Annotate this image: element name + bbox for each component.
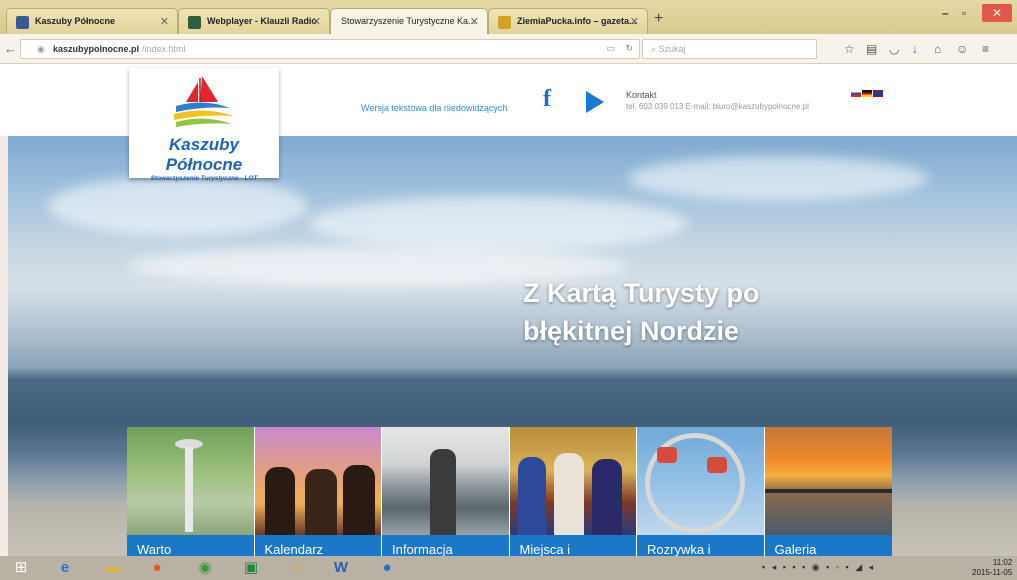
cloud (48, 176, 308, 236)
search-icon: ⌕ (651, 44, 659, 54)
tile-galeria[interactable]: Galeria (764, 427, 892, 556)
close-tab-icon[interactable]: ✕ (160, 15, 169, 28)
headphones-icon[interactable]: ∩ (282, 558, 312, 578)
chrome-icon[interactable]: ◉ (190, 558, 220, 578)
maximize-icon[interactable]: ▫ (962, 6, 966, 20)
tile-rozrywka[interactable]: Rozrywka i (637, 427, 765, 556)
german-flag-icon[interactable] (862, 90, 872, 97)
back-icon[interactable]: ← (4, 41, 17, 56)
tile-miejsca[interactable]: Miejsca i (509, 427, 637, 556)
menu-icon[interactable]: ≡ (982, 42, 989, 56)
site-logo[interactable]: Kaszuby Północne Stowarzyszenie Turystyc… (129, 68, 279, 182)
tab-kaszuby[interactable]: Kaszuby Północne ✕ (6, 8, 178, 34)
tile-warto[interactable]: Warto (127, 427, 255, 556)
logo-title: Kaszuby Północne (165, 135, 243, 174)
tab-label: Webplayer - Klauzli Radio (207, 16, 317, 26)
text-version-link[interactable]: Wersja tekstowa dla niedowidzących (361, 103, 507, 113)
russian-flag-icon[interactable] (851, 90, 861, 97)
reload-icon[interactable]: ↻ (625, 43, 633, 54)
store-icon[interactable]: ▣ (236, 558, 266, 578)
facebook-favicon-icon (16, 16, 29, 29)
tile-label: Rozrywka i (647, 542, 711, 556)
windows-taskbar: ⊞ e ▬ ● ◉ ▣ ∩ W ● ▪ ◂ ▪ ▪ ▪ ◉ ▪ ◦ ▪ ◢ ◂ … (0, 556, 1017, 580)
download-icon[interactable]: ↓ (912, 42, 918, 56)
minimize-icon[interactable]: – (942, 6, 949, 20)
tile-photo (127, 427, 254, 535)
system-tray-icons[interactable]: ▪ ◂ ▪ ▪ ▪ ◉ ▪ ◦ ▪ ◢ ◂ (762, 562, 875, 573)
tile-photo (637, 427, 764, 535)
tab-label: Kaszuby Północne (35, 16, 116, 26)
tab-webplayer[interactable]: Webplayer - Klauzli Radio ✕ (178, 8, 330, 34)
contact-title: Kontakt (626, 90, 657, 100)
tile-informacja[interactable]: Informacja (382, 427, 510, 556)
clock-time: 11:02 (992, 558, 1013, 567)
browser-tab-strip: Kaszuby Północne ✕ Webplayer - Klauzli R… (0, 0, 1017, 34)
tile-kalendarz[interactable]: Kalendarz (254, 427, 382, 556)
hero-headline: Z Kartą Turysty po błękitnej Nordzie (523, 274, 760, 350)
close-tab-icon[interactable]: ✕ (312, 15, 321, 28)
tile-label: Kalendarz (264, 542, 324, 556)
ziemiapucka-favicon-icon (498, 16, 511, 29)
tile-label: Informacja (392, 542, 453, 556)
tile-label: Galeria (774, 542, 817, 556)
tab-ziemiapucka[interactable]: ZiemiaPucka.info – gazeta... ✕ (488, 8, 648, 34)
tile-label: Warto (137, 542, 172, 556)
contact-details: tel. 603 039 013 E-mail: biuro@kaszubypo… (626, 102, 809, 111)
cloud (308, 196, 688, 251)
internet-explorer-icon[interactable]: e (50, 558, 80, 578)
youtube-play-icon[interactable] (586, 91, 604, 113)
chat-icon[interactable]: ☺ (956, 42, 968, 56)
url-host: kaszubypolnocne.pl (53, 44, 140, 54)
tile-photo (382, 427, 509, 535)
globe-icon: ◉ (37, 44, 45, 54)
search-input[interactable]: ⌕ Szukaj (642, 39, 817, 59)
language-flags (851, 84, 884, 102)
tile-photo (254, 427, 381, 535)
category-tiles: Warto Kalendarz Informacja Miejsca i Roz… (127, 427, 892, 556)
clock-date: 2015-11-05 (972, 568, 1013, 577)
cloud (628, 156, 928, 201)
tab-label: ZiemiaPucka.info – gazeta... (517, 16, 637, 26)
skype-icon[interactable]: ● (372, 558, 402, 578)
home-icon[interactable]: ⌂ (934, 42, 941, 56)
reader-view-icon[interactable]: ▭ (606, 43, 615, 54)
hero-line-2: błękitnej Nordzie (523, 316, 740, 346)
tile-photo (509, 427, 636, 535)
radio-favicon-icon (188, 16, 201, 29)
logo-sail-icon (174, 76, 234, 127)
logo-subtitle: Stowarzyszenie Turystyczne - LOT (150, 175, 258, 182)
search-placeholder: Szukaj (658, 44, 686, 54)
word-icon[interactable]: W (326, 558, 356, 578)
facebook-icon[interactable]: f (543, 86, 551, 113)
tile-label: Miejsca i (519, 542, 571, 556)
hero-line-1: Z Kartą Turysty po (523, 278, 760, 308)
window-close-icon[interactable]: ✕ (982, 4, 1012, 22)
bookmark-star-icon[interactable]: ☆ (844, 42, 855, 56)
close-tab-icon[interactable]: ✕ (630, 15, 639, 28)
firefox-icon[interactable]: ● (142, 558, 172, 578)
browser-nav-bar: ← ◉ kaszubypolnocne.pl/index.html ▭ ↻ ⌕ … (0, 34, 1017, 64)
address-bar[interactable]: ◉ kaszubypolnocne.pl/index.html ▭ ↻ (20, 39, 640, 59)
file-explorer-icon[interactable]: ▬ (98, 558, 128, 578)
tab-label: Stowarzyszenie Turystyczne Ka... (341, 16, 476, 26)
tile-photo (764, 427, 892, 535)
url-path: /index.html (142, 44, 186, 54)
clock[interactable]: 11:02 2015-11-05 (972, 558, 1012, 578)
close-tab-icon[interactable]: ✕ (470, 15, 479, 28)
pocket-icon[interactable]: ◡ (889, 42, 899, 56)
new-tab-icon[interactable]: + (654, 10, 663, 28)
english-flag-icon[interactable] (873, 90, 883, 97)
bookmarks-list-icon[interactable]: ▤ (866, 42, 877, 56)
windows-start-icon[interactable]: ⊞ (6, 558, 36, 578)
tab-stowarzyszenie[interactable]: Stowarzyszenie Turystyczne Ka... ✕ (330, 8, 488, 34)
